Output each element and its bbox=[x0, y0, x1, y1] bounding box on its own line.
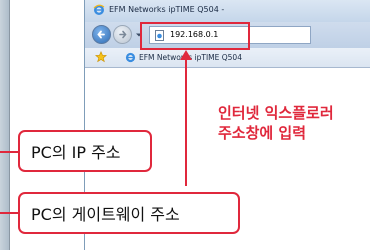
forward-button[interactable] bbox=[113, 25, 132, 44]
back-arrow-icon bbox=[97, 30, 105, 39]
ie-icon bbox=[125, 52, 136, 63]
favorites-bar: EFM Networks ipTIME Q504 bbox=[85, 48, 370, 68]
back-button[interactable] bbox=[92, 25, 111, 44]
window-title: EFM Networks ipTIME Q504 - bbox=[109, 5, 225, 14]
pc-gateway-connector bbox=[0, 212, 20, 214]
callout-text: 인터넷 익스플로러 주소창에 입력 bbox=[218, 103, 334, 143]
favorites-star-icon[interactable] bbox=[95, 51, 107, 63]
forward-arrow-icon bbox=[119, 30, 127, 39]
ie-icon bbox=[93, 4, 105, 15]
pc-gateway-label: PC의 게이트웨이 주소 bbox=[18, 192, 240, 234]
pc-ip-connector bbox=[0, 151, 20, 153]
arrow-line bbox=[185, 58, 187, 186]
callout-line-1: 인터넷 익스플로러 bbox=[218, 104, 334, 122]
arrow-up-icon bbox=[180, 50, 192, 60]
address-highlight-box bbox=[140, 22, 250, 50]
callout-line-2: 주소창에 입력 bbox=[218, 124, 307, 142]
pc-ip-label: PC의 IP 주소 bbox=[18, 130, 152, 172]
title-bar: EFM Networks ipTIME Q504 - bbox=[85, 0, 370, 22]
